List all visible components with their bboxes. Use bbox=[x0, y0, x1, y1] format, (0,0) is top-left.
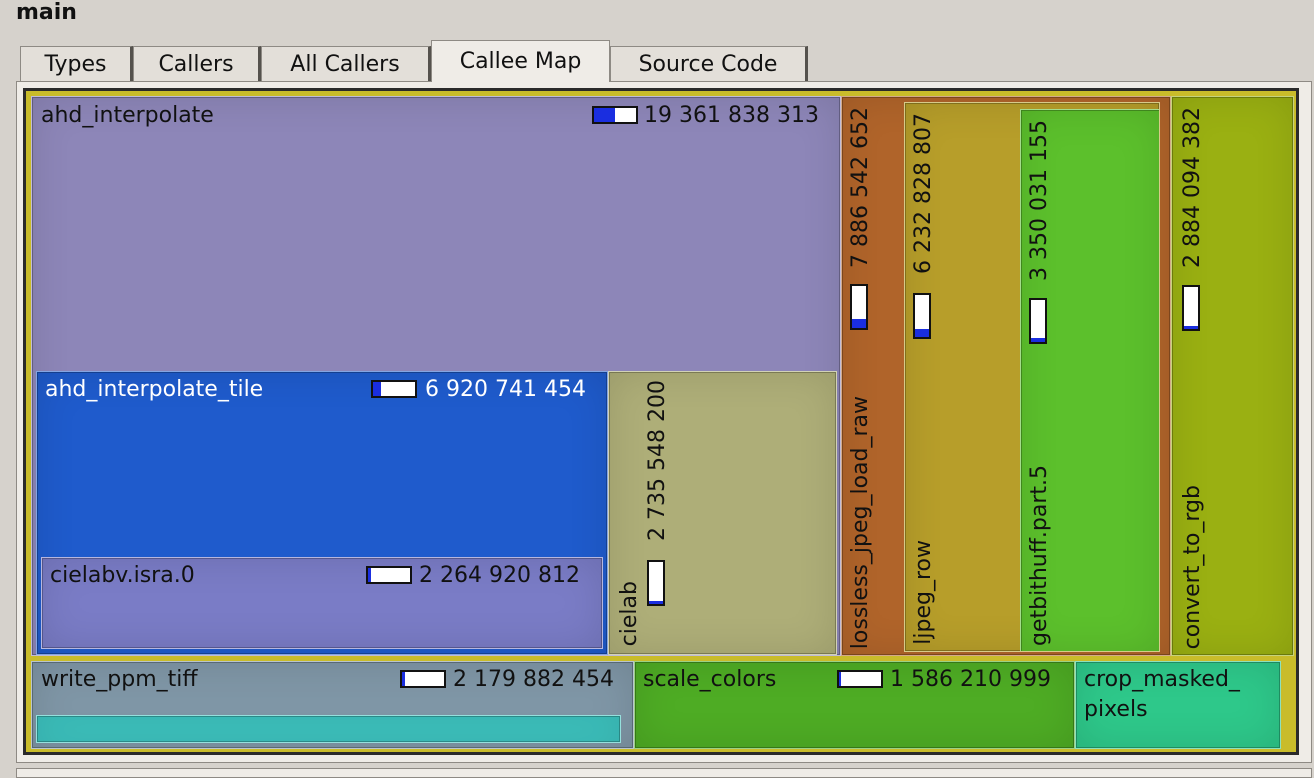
cell-ahd-interpolate-name: ahd_interpolate bbox=[41, 103, 214, 128]
cost-bar bbox=[371, 380, 417, 398]
cost-bar bbox=[913, 293, 931, 339]
cell-ahd-interpolate[interactable]: ahd_interpolate 19 361 838 313 ahd_inter… bbox=[31, 96, 841, 656]
cell-cielabv-isra[interactable]: cielabv.isra.0 2 264 920 812 bbox=[41, 557, 603, 649]
cost-bar-fill bbox=[373, 382, 382, 396]
cost-bar-fill bbox=[402, 672, 405, 686]
cell-convert-to-rgb-name: convert_to_rgb bbox=[1180, 484, 1205, 649]
cell-crop-masked-pixels-name-line2: pixels bbox=[1084, 697, 1148, 722]
cell-ahd-interpolate-cost: 19 361 838 313 bbox=[644, 103, 819, 128]
cell-ahd-interpolate-tile-cost: 6 920 741 454 bbox=[425, 377, 586, 402]
cell-getbithuff-cost: 3 350 031 155 bbox=[1027, 120, 1052, 281]
cell-ljpeg-row[interactable]: ljpeg_row 6 232 828 807 getbithuff.part.… bbox=[904, 102, 1160, 652]
cell-lossless-jpeg-load-raw[interactable]: lossless_jpeg_load_raw 7 886 542 652 ljp… bbox=[841, 96, 1171, 656]
cell-scale-colors[interactable]: scale_colors 1 586 210 999 bbox=[634, 661, 1075, 749]
tab-all-callers[interactable]: All Callers bbox=[261, 46, 431, 82]
cost-bar-fill bbox=[594, 108, 615, 122]
cell-scale-colors-name: scale_colors bbox=[643, 667, 777, 692]
cost-bar-fill bbox=[1031, 338, 1045, 342]
cell-convert-to-rgb-cost: 2 884 094 382 bbox=[1180, 107, 1205, 268]
cost-bar bbox=[837, 670, 883, 688]
cost-bar-fill bbox=[649, 600, 663, 604]
cell-cielab-name: cielab bbox=[617, 580, 642, 646]
cell-ahd-interpolate-tile[interactable]: ahd_interpolate_tile 6 920 741 454 ciela… bbox=[36, 371, 608, 655]
cell-ahd-interpolate-tile-name: ahd_interpolate_tile bbox=[45, 377, 264, 402]
cell-scale-colors-cost: 1 586 210 999 bbox=[890, 667, 1051, 692]
cell-lossless-jpeg-load-raw-name: lossless_jpeg_load_raw bbox=[848, 395, 873, 649]
cost-bar-fill bbox=[839, 672, 841, 686]
tab-all-callers-label: All Callers bbox=[290, 52, 400, 77]
tab-callee-map-label: Callee Map bbox=[459, 49, 582, 74]
tab-source-code-label: Source Code bbox=[638, 52, 778, 77]
cell-write-ppm-tiff-cost: 2 179 882 454 bbox=[453, 667, 614, 692]
cell-ljpeg-row-name: ljpeg_row bbox=[911, 540, 936, 645]
cell-cielabv-isra-cost: 2 264 920 812 bbox=[419, 563, 580, 588]
cell-getbithuff[interactable]: getbithuff.part.5 3 350 031 155 bbox=[1020, 109, 1159, 651]
cell-cielabv-isra-name: cielabv.isra.0 bbox=[50, 563, 195, 588]
cell-cielab[interactable]: cielab 2 735 548 200 bbox=[608, 371, 837, 655]
tab-types[interactable]: Types bbox=[20, 46, 133, 82]
cost-bar bbox=[366, 566, 412, 584]
bottom-panel-edge bbox=[16, 768, 1312, 778]
cell-ljpeg-row-cost: 6 232 828 807 bbox=[911, 113, 936, 274]
tab-callers[interactable]: Callers bbox=[133, 46, 261, 82]
cell-getbithuff-name: getbithuff.part.5 bbox=[1027, 465, 1052, 646]
cell-write-ppm-tiff-name: write_ppm_tiff bbox=[41, 667, 198, 692]
cell-write-ppm-tiff[interactable]: write_ppm_tiff 2 179 882 454 bbox=[31, 661, 634, 749]
cell-crop-masked-pixels[interactable]: crop_masked_ pixels bbox=[1075, 661, 1281, 749]
cost-bar-fill bbox=[852, 318, 866, 328]
cost-bar-fill bbox=[368, 568, 371, 582]
cell-lossless-jpeg-load-raw-cost: 7 886 542 652 bbox=[848, 107, 873, 268]
cost-bar bbox=[647, 560, 665, 606]
window-title: main bbox=[16, 0, 77, 25]
cost-bar bbox=[1182, 285, 1200, 331]
cost-bar bbox=[850, 284, 868, 330]
cost-bar bbox=[592, 106, 638, 124]
callee-treemap[interactable]: ahd_interpolate 19 361 838 313 ahd_inter… bbox=[23, 88, 1299, 755]
cell-write-ppm-tiff-child[interactable] bbox=[36, 715, 621, 743]
cost-bar-fill bbox=[915, 329, 929, 337]
cell-crop-masked-pixels-name-line1: crop_masked_ bbox=[1084, 667, 1240, 692]
cell-cielab-cost: 2 735 548 200 bbox=[645, 380, 670, 541]
cost-bar-fill bbox=[1184, 325, 1198, 329]
tab-types-label: Types bbox=[44, 52, 107, 77]
cost-bar bbox=[400, 670, 446, 688]
cost-bar bbox=[1029, 298, 1047, 344]
tab-callee-map[interactable]: Callee Map bbox=[431, 40, 610, 82]
cell-convert-to-rgb[interactable]: convert_to_rgb 2 884 094 382 bbox=[1171, 96, 1294, 656]
tab-callers-label: Callers bbox=[158, 52, 234, 77]
tab-source-code[interactable]: Source Code bbox=[610, 46, 808, 82]
